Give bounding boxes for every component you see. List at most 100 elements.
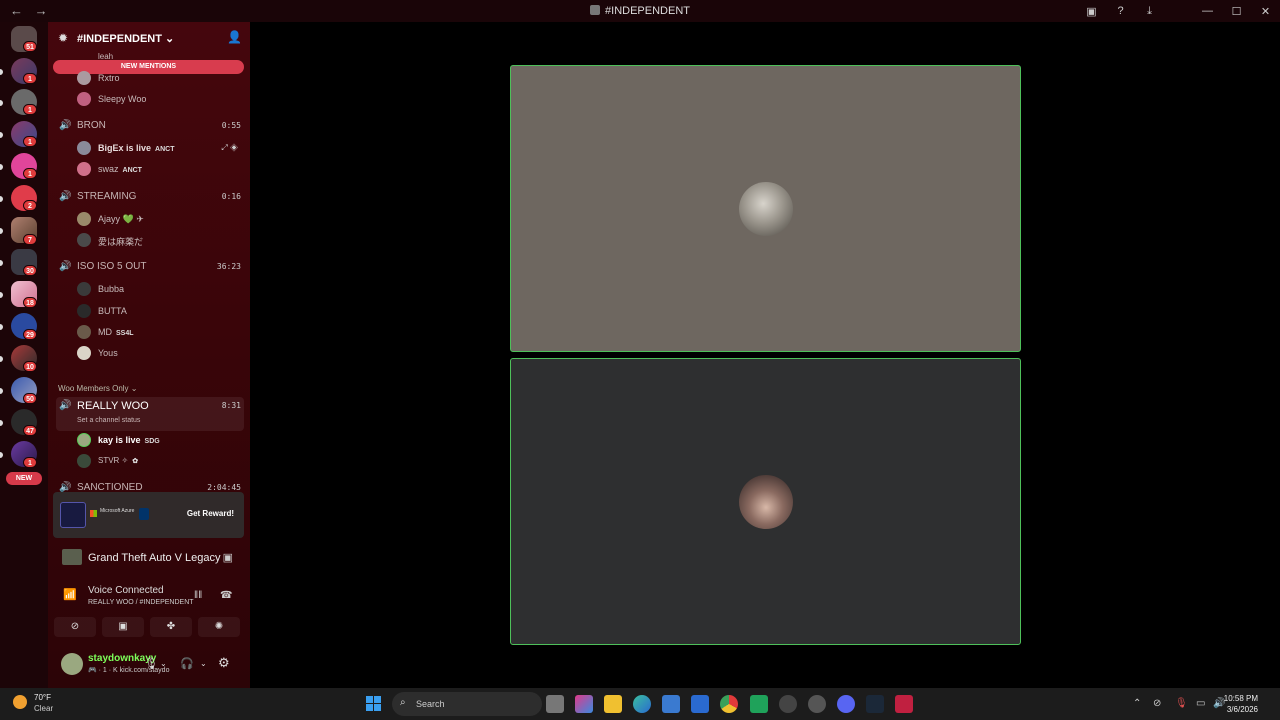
- unread-pill: [0, 164, 3, 170]
- participant-tile[interactable]: [510, 358, 1021, 645]
- activity-game-name: Grand Theft Auto V Legacy: [88, 552, 221, 564]
- gta-icon: [62, 549, 82, 565]
- voice-member[interactable]: Ajayy 💚 ✈: [77, 210, 244, 228]
- voice-member[interactable]: kay is live SDG: [77, 431, 244, 449]
- chrome-icon[interactable]: [720, 695, 738, 713]
- steam-icon[interactable]: [866, 695, 884, 713]
- app-icon[interactable]: [808, 695, 826, 713]
- channel-duration: 8:31: [221, 401, 241, 410]
- mic-options-chevron-icon[interactable]: ⌄: [160, 659, 167, 668]
- voice-member[interactable]: STVR ✧ ✿: [77, 452, 244, 470]
- channel-name: ISO ISO 5 OUT: [77, 261, 147, 272]
- tray-overflow-icon[interactable]: ⌃: [1133, 698, 1141, 709]
- voice-member[interactable]: BigEx is live ANCT ⤢ ◈: [77, 139, 244, 157]
- network-icon[interactable]: ▭: [1196, 698, 1205, 709]
- server-list: 51 1 1 1 1 2 7 30 18 29 10 50 47 1 NEW: [0, 22, 48, 688]
- screen-share-icon[interactable]: ▣: [1077, 5, 1106, 18]
- voice-channel-really-woo[interactable]: 🔊 REALLY WOO 8:31 Set a channel status: [56, 397, 244, 431]
- maximize-button[interactable]: ☐: [1222, 5, 1251, 18]
- file-explorer-icon[interactable]: [604, 695, 622, 713]
- voice-stage: [250, 22, 1280, 688]
- store-icon[interactable]: [662, 695, 680, 713]
- voice-channel-bron[interactable]: 🔊 BRON 0:55: [56, 117, 244, 135]
- window-title-text: #INDEPENDENT: [605, 5, 690, 17]
- headphones-icon[interactable]: 🎧: [180, 657, 194, 670]
- user-avatar[interactable]: [61, 653, 83, 675]
- server-badge-10: 10: [23, 361, 37, 372]
- voice-status-subtitle[interactable]: REALLY WOO / #INDEPENDENT: [88, 599, 194, 606]
- voice-member[interactable]: Rxtro: [77, 69, 244, 87]
- member-tag: ANCT: [122, 167, 142, 174]
- voice-channel-streaming[interactable]: 🔊 STREAMING 0:16: [56, 188, 244, 206]
- discord-icon[interactable]: [837, 695, 855, 713]
- close-button[interactable]: ✕: [1251, 5, 1280, 18]
- member-name-text: BigEx is live: [98, 143, 152, 153]
- member-name: STVR ✧ ✿: [98, 456, 138, 465]
- outlook-icon[interactable]: [691, 695, 709, 713]
- avatar: [77, 304, 91, 318]
- member-tag: ANCT: [155, 146, 175, 153]
- settings-gear-icon[interactable]: ⚙: [218, 655, 230, 671]
- member-name-text: STVR ✧: [98, 456, 129, 465]
- get-reward-button[interactable]: Get Reward!: [187, 509, 234, 518]
- disconnect-icon[interactable]: ☎: [220, 590, 232, 601]
- sheets-icon[interactable]: [750, 695, 768, 713]
- noise-suppression-icon[interactable]: ‖‖: [194, 590, 202, 601]
- stream-game-icon[interactable]: ▣: [223, 551, 233, 564]
- member-name-text: swaz: [98, 164, 119, 174]
- voice-member[interactable]: BUTTA: [77, 302, 244, 320]
- mic-icon[interactable]: 🎙: [144, 657, 158, 670]
- taskbar-clock[interactable]: 10:58 PM 3/6/2026: [1224, 693, 1258, 715]
- member-tag: ✿: [132, 458, 139, 465]
- voice-member[interactable]: Bubba: [77, 280, 244, 298]
- avatar: [77, 92, 91, 106]
- server-name[interactable]: #INDEPENDENT ⌄: [77, 32, 174, 45]
- speaker-icon: 🔊: [59, 191, 72, 202]
- tray-mic-icon[interactable]: 🎙: [1175, 698, 1188, 709]
- voice-member[interactable]: MD SS4L: [77, 323, 244, 341]
- speaker-icon: 🔊: [59, 400, 72, 411]
- voice-channel-sanctioned[interactable]: 🔊 SANCTIONED 2:04:45: [56, 479, 244, 492]
- voice-member[interactable]: Yous: [77, 344, 244, 362]
- streaming-icon: ⤢ ◈: [221, 143, 238, 152]
- server-badge-1: 1: [23, 73, 37, 84]
- speaker-icon: 🔊: [59, 261, 72, 272]
- quest-promo-banner[interactable]: Microsoft Azure Get Reward!: [53, 492, 244, 538]
- unread-pill: [0, 100, 3, 106]
- app-active-icon[interactable]: [895, 695, 913, 713]
- app-icon[interactable]: [779, 695, 797, 713]
- category-woo-members[interactable]: Woo Members Only ⌄: [58, 384, 137, 393]
- signal-icon[interactable]: 📶: [63, 588, 77, 601]
- copilot-icon[interactable]: [575, 695, 593, 713]
- task-view-icon[interactable]: [546, 695, 564, 713]
- voice-status-title[interactable]: Voice Connected: [88, 585, 164, 596]
- channel-name: STREAMING: [77, 191, 137, 202]
- start-button-icon[interactable]: [366, 696, 382, 712]
- channel-name: BRON: [77, 120, 106, 131]
- camera-off-button[interactable]: ⊘: [54, 617, 96, 637]
- tray-icon[interactable]: ⊘: [1153, 698, 1161, 709]
- taskbar-search[interactable]: ⌕ Search: [392, 692, 542, 716]
- activities-button[interactable]: ✤: [150, 617, 192, 637]
- audio-options-chevron-icon[interactable]: ⌄: [200, 659, 207, 668]
- help-icon[interactable]: ?: [1106, 5, 1135, 17]
- voice-member[interactable]: 愛は麻薬だ: [77, 231, 244, 249]
- voice-member[interactable]: swaz ANCT: [77, 160, 244, 178]
- voice-channel-iso[interactable]: 🔊 ISO ISO 5 OUT 36:23: [56, 258, 244, 276]
- new-servers-pill[interactable]: NEW: [6, 472, 42, 485]
- screen-share-button[interactable]: ▣: [102, 617, 144, 637]
- clock-time: 10:58 PM: [1223, 694, 1258, 703]
- channel-duration: 0:16: [221, 192, 241, 201]
- microsoft-logo-icon: [90, 510, 97, 517]
- voice-member[interactable]: Sleepy Woo: [77, 90, 244, 108]
- participant-tile[interactable]: [510, 65, 1021, 352]
- unread-pill: [0, 228, 3, 234]
- minimize-button[interactable]: —: [1193, 5, 1222, 17]
- edge-icon[interactable]: [633, 695, 651, 713]
- server-badge-11: 50: [23, 393, 37, 404]
- soundboard-button[interactable]: ✺: [198, 617, 240, 637]
- download-icon[interactable]: ⤓: [1135, 5, 1164, 18]
- channel-duration: 0:55: [221, 121, 241, 130]
- add-member-icon[interactable]: 👤: [227, 30, 242, 44]
- channel-status[interactable]: Set a channel status: [77, 417, 140, 424]
